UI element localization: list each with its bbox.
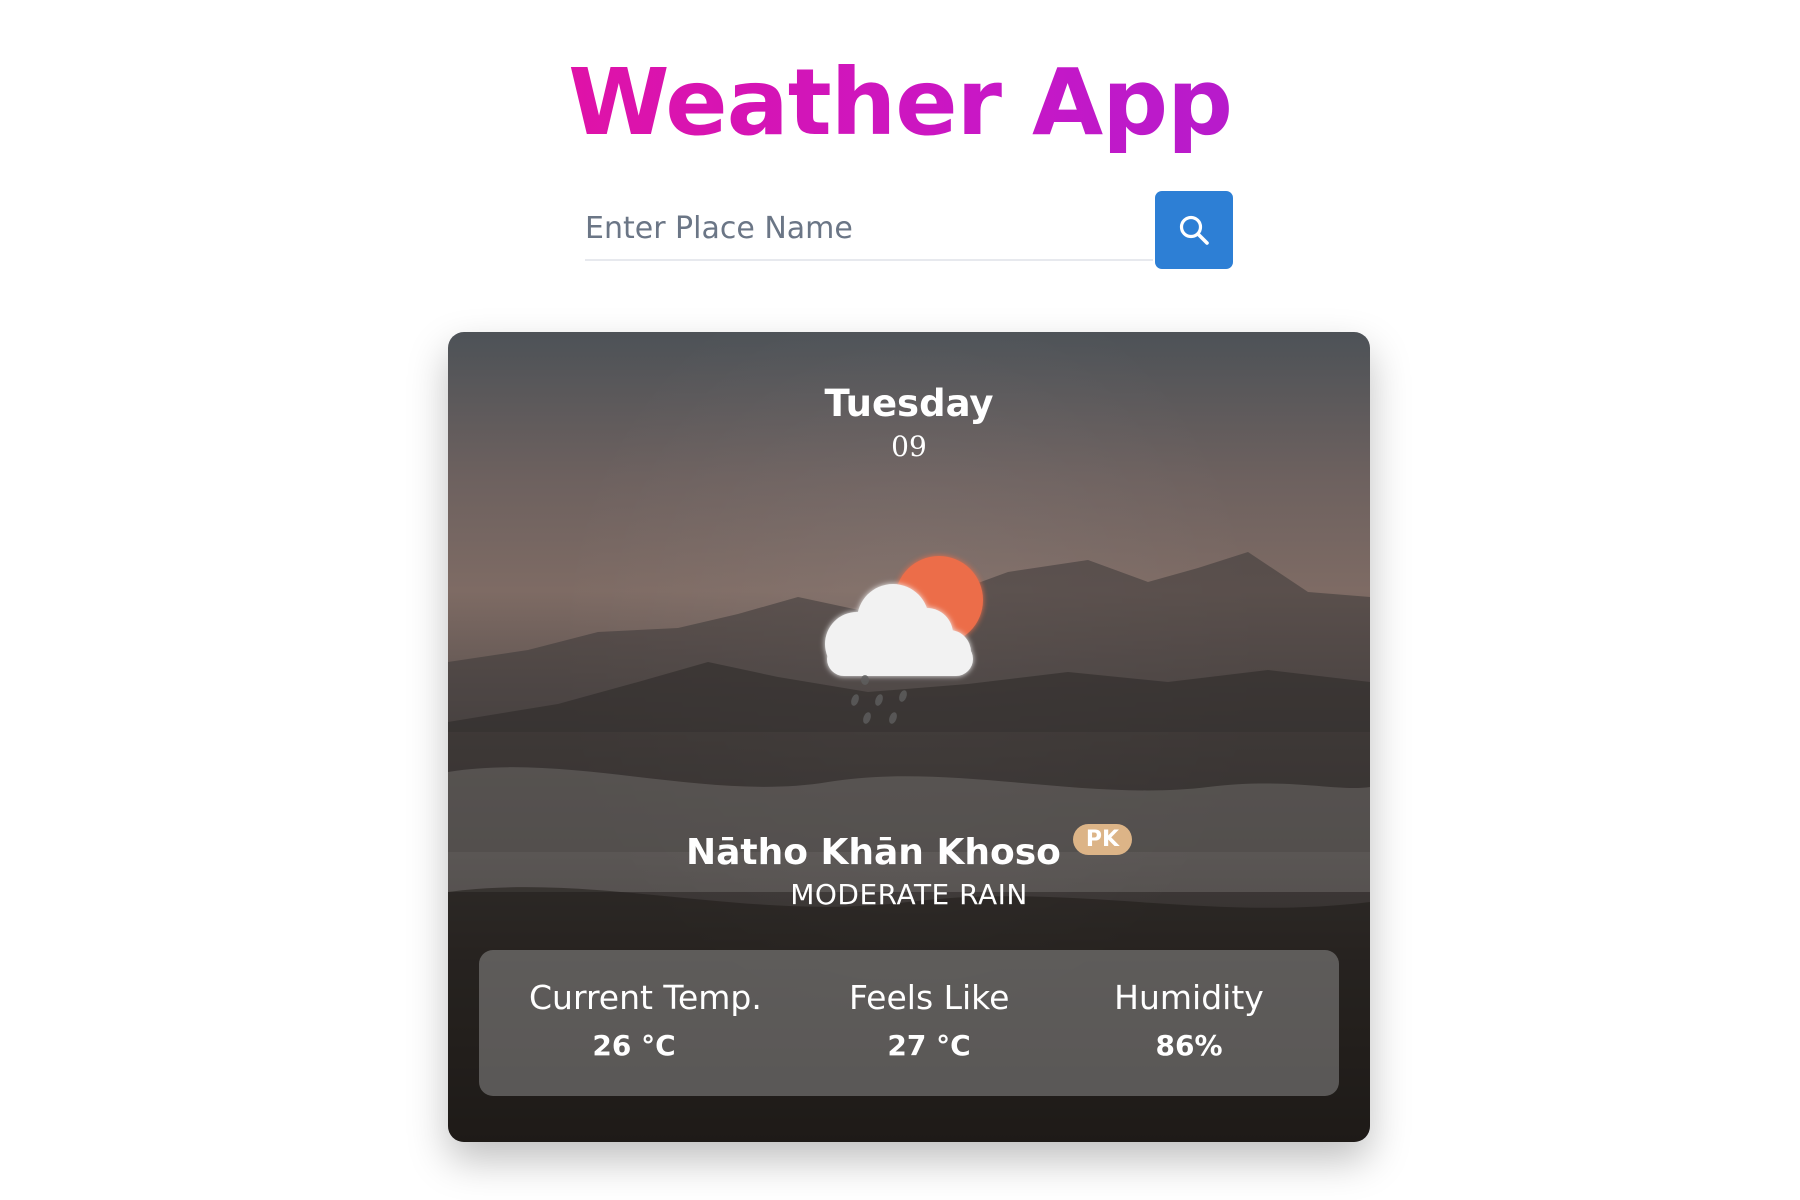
stat-label: Feels Like (849, 978, 1010, 1017)
country-badge: PK (1072, 824, 1133, 855)
location-name: Nāthо Khān Khoso (685, 832, 1061, 873)
stat-feels-like: Feels Like 27 °C (849, 978, 1009, 1062)
stat-humidity: Humidity 86% (1109, 978, 1269, 1062)
location-row: Nāthо Khān Khoso PK (448, 824, 1370, 873)
stat-value: 27 °C (887, 1029, 971, 1062)
stat-value: 26 °C (592, 1029, 676, 1062)
cloud-sun-rain-icon (825, 556, 983, 724)
search-icon (1179, 215, 1209, 245)
stats-panel: Current Temp. 26 °C Feels Like 27 °C Hum… (479, 950, 1339, 1096)
stat-value: 86% (1155, 1029, 1223, 1062)
place-search-input[interactable] (585, 197, 1153, 261)
day-date: 09 (891, 430, 927, 463)
stat-label: Humidity (1114, 978, 1264, 1017)
weather-condition: MODERATE RAIN (790, 878, 1028, 911)
app-title: Weather App (0, 52, 1800, 153)
weather-app-page: Weather App Tuesday 09 (0, 0, 1800, 1200)
weather-card: Tuesday 09 Nāthо Khān Khoso PK MODERATE … (448, 332, 1370, 1142)
stat-current-temp: Current Temp. 26 °C (529, 978, 762, 1062)
search-bar (585, 191, 1233, 269)
stat-label: Current Temp. (529, 978, 762, 1017)
search-button[interactable] (1155, 191, 1233, 269)
day-name: Tuesday (824, 382, 994, 425)
